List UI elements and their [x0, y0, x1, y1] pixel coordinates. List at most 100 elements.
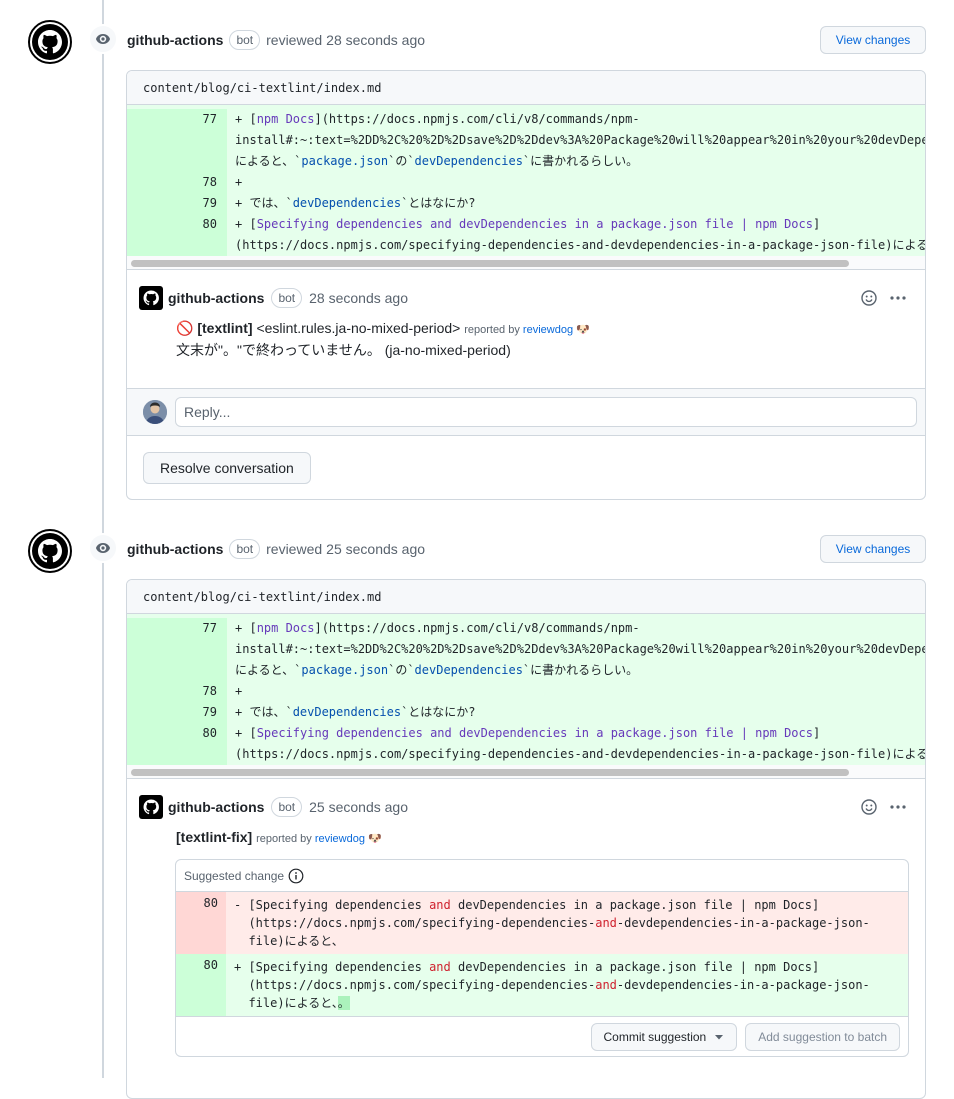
line-number: 80: [176, 892, 226, 954]
review-comment: github-actions bot 28 seconds ago 🚫 [tex…: [127, 270, 925, 388]
comment-time[interactable]: 28 seconds ago: [309, 290, 408, 306]
suggested-change-header: Suggested change: [176, 860, 908, 892]
diff-hunk: 77 78 79 80 + [npm Docs](https://docs.npmjs…: [127, 614, 925, 779]
kebab-horizontal-icon[interactable]: [889, 799, 907, 815]
user-avatar[interactable]: [143, 400, 167, 424]
scrollbar-thumb[interactable]: [131, 260, 849, 267]
line-number: [127, 660, 217, 681]
commit-suggestion-label: Commit suggestion: [603, 1029, 707, 1044]
suggestion-actions: Commit suggestion Add suggestion to batc…: [176, 1016, 908, 1056]
line-number: [127, 235, 217, 256]
code-line: + [npm Docs](https://docs.npmjs.com/cli/…: [235, 621, 640, 635]
line-number: 79: [202, 196, 217, 210]
deleted-code: - [Specifying dependencies and devDepend…: [234, 898, 870, 948]
kebab-horizontal-icon[interactable]: [889, 290, 907, 306]
code-line: によると、`package.json`の`devDependencies`に書か…: [235, 663, 639, 677]
horizontal-scrollbar[interactable]: [127, 256, 925, 270]
github-mark-icon[interactable]: [28, 529, 72, 573]
rule-tag: [textlint-fix]: [176, 829, 253, 845]
rule-tag: [textlint]: [197, 320, 253, 336]
diff-gutter: 77 78 79 80: [127, 618, 227, 765]
code-line: + [Specifying dependencies and devDepend…: [235, 726, 821, 740]
line-number: 77: [202, 621, 217, 635]
suggestion-deleted-line: 80 - [Specifying dependencies and devDep…: [176, 892, 908, 954]
view-changes-button[interactable]: View changes: [820, 535, 926, 563]
add-suggestion-to-batch-button[interactable]: Add suggestion to batch: [745, 1022, 900, 1051]
review-action: reviewed: [266, 541, 323, 557]
reviewdog-link[interactable]: reviewdog: [523, 324, 573, 336]
triangle-down-icon: [715, 1034, 724, 1039]
line-number: 78: [202, 684, 217, 698]
line-number: [127, 130, 217, 151]
commit-suggestion-button[interactable]: Commit suggestion: [590, 1022, 738, 1051]
horizontal-scrollbar[interactable]: [127, 765, 925, 779]
reported-by-label: reported by: [256, 833, 312, 845]
scrollbar-thumb[interactable]: [131, 769, 849, 776]
comment-author[interactable]: github-actions: [168, 290, 264, 306]
suggested-change-label: Suggested change: [184, 868, 285, 883]
code-line: + では、`devDependencies`とはなにか?: [235, 705, 476, 719]
line-number: [127, 639, 217, 660]
diff-code: + [npm Docs](https://docs.npmjs.com/cli/…: [227, 109, 925, 256]
suggested-change-box: Suggested change 80 - [Specifying depend…: [175, 859, 909, 1057]
review-thread-card: content/blog/ci-textlint/index.md 77 78 79…: [126, 579, 926, 1099]
review-action: reviewed: [266, 32, 323, 48]
code-line: によると、`package.json`の`devDependencies`に書か…: [235, 154, 639, 168]
info-icon[interactable]: [288, 868, 304, 884]
line-number: 80: [176, 954, 226, 1016]
resolve-conversation-button[interactable]: Resolve conversation: [143, 452, 311, 484]
resolve-row: Resolve conversation: [127, 435, 925, 499]
reviewdog-link[interactable]: reviewdog: [315, 833, 365, 845]
code-line: install#:~:text=%2DD%2C%20%2D%2Dsave%2D%…: [235, 133, 925, 147]
comment-author[interactable]: github-actions: [168, 799, 264, 815]
review-comment: github-actions bot 25 seconds ago [textl…: [127, 779, 925, 849]
line-number: 77: [202, 112, 217, 126]
github-mark-icon[interactable]: [139, 286, 163, 310]
review-time[interactable]: 25 seconds ago: [326, 541, 425, 557]
review-header: github-actions bot reviewed 28 seconds a…: [127, 25, 425, 55]
code-line: (https://docs.npmjs.com/specifying-depen…: [235, 238, 925, 252]
comment-actions: [861, 799, 907, 815]
code-line: install#:~:text=%2DD%2C%20%2D%2Dsave%2D%…: [235, 642, 925, 656]
reply-input[interactable]: Reply...: [175, 397, 917, 427]
github-mark-icon[interactable]: [28, 20, 72, 64]
github-mark-icon[interactable]: [139, 795, 163, 819]
code-line: +: [235, 684, 243, 698]
comment-time[interactable]: 25 seconds ago: [309, 799, 408, 815]
diff-code: + [npm Docs](https://docs.npmjs.com/cli/…: [227, 618, 925, 765]
line-number: [127, 744, 217, 765]
comment-actions: [861, 290, 907, 306]
line-number: 80: [202, 726, 217, 740]
prohibited-emoji: 🚫: [176, 320, 194, 336]
view-changes-button[interactable]: View changes: [820, 26, 926, 54]
reported-by-label: reported by: [464, 324, 520, 336]
code-line: + [Specifying dependencies and devDepend…: [235, 217, 821, 231]
bot-badge: bot: [271, 288, 303, 308]
comment-body: [textlint-fix] reported by reviewdog 🐶: [176, 827, 913, 849]
dog-emoji: 🐶: [576, 324, 590, 336]
reply-row: Reply...: [127, 388, 925, 435]
rule-name: <eslint.rules.ja-no-mixed-period>: [256, 320, 461, 336]
suggestion-added-line: 80 + [Specifying dependencies and devDep…: [176, 954, 908, 1016]
code-line: +: [235, 175, 243, 189]
review-author[interactable]: github-actions: [127, 32, 223, 48]
comment-message: 文末が"。"で終わっていません。 (ja-no-mixed-period): [176, 342, 511, 358]
review-thread-card: content/blog/ci-textlint/index.md 77 78 79…: [126, 70, 926, 500]
file-path[interactable]: content/blog/ci-textlint/index.md: [127, 71, 925, 105]
eye-icon: [88, 533, 118, 563]
file-path[interactable]: content/blog/ci-textlint/index.md: [127, 580, 925, 614]
review-time[interactable]: 28 seconds ago: [326, 32, 425, 48]
added-code: + [Specifying dependencies and devDepend…: [234, 960, 870, 1010]
diff-hunk: 77 78 79 80 + [npm Docs](https://docs.npmjs…: [127, 105, 925, 270]
review-header: github-actions bot reviewed 25 seconds a…: [127, 534, 425, 564]
bot-badge: bot: [271, 797, 303, 817]
line-number: 78: [202, 175, 217, 189]
smiley-icon[interactable]: [861, 290, 877, 306]
bot-badge: bot: [229, 30, 261, 50]
code-line: (https://docs.npmjs.com/specifying-depen…: [235, 747, 925, 761]
smiley-icon[interactable]: [861, 799, 877, 815]
line-number: [127, 151, 217, 172]
review-author[interactable]: github-actions: [127, 541, 223, 557]
comment-body: 🚫 [textlint] <eslint.rules.ja-no-mixed-p…: [176, 318, 913, 360]
bot-badge: bot: [229, 539, 261, 559]
